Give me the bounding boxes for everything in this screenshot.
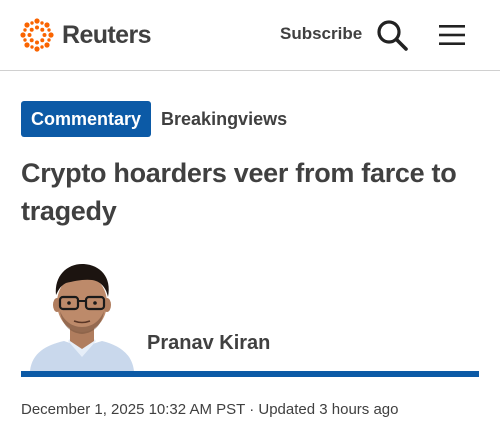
site-header: Reuters Subscribe [0, 0, 500, 71]
published-timestamp: December 1, 2025 10:32 AM PST [21, 401, 246, 418]
author-accent-bar [21, 371, 479, 377]
reuters-logo[interactable]: Reuters [20, 17, 152, 53]
search-icon[interactable] [375, 18, 409, 52]
author-photo[interactable] [22, 259, 140, 371]
article-tags: Commentary Breakingviews [21, 101, 287, 137]
updated-timestamp: Updated 3 hours ago [258, 401, 399, 418]
tag-breakingviews[interactable]: Breakingviews [161, 109, 287, 130]
brand-name: Reuters [62, 20, 152, 49]
reuters-logo-icon [20, 18, 54, 52]
tag-commentary[interactable]: Commentary [21, 101, 152, 137]
dateline-separator: · [249, 401, 255, 418]
article-dateline: December 1, 2025 10:32 AM PST · Updated … [21, 401, 398, 418]
article-headline: Crypto hoarders veer from farce to trage… [21, 158, 457, 226]
hamburger-menu-icon[interactable] [437, 23, 467, 47]
subscribe-button[interactable]: Subscribe [280, 24, 362, 44]
author-name-link[interactable]: Pranav Kiran [147, 332, 270, 355]
